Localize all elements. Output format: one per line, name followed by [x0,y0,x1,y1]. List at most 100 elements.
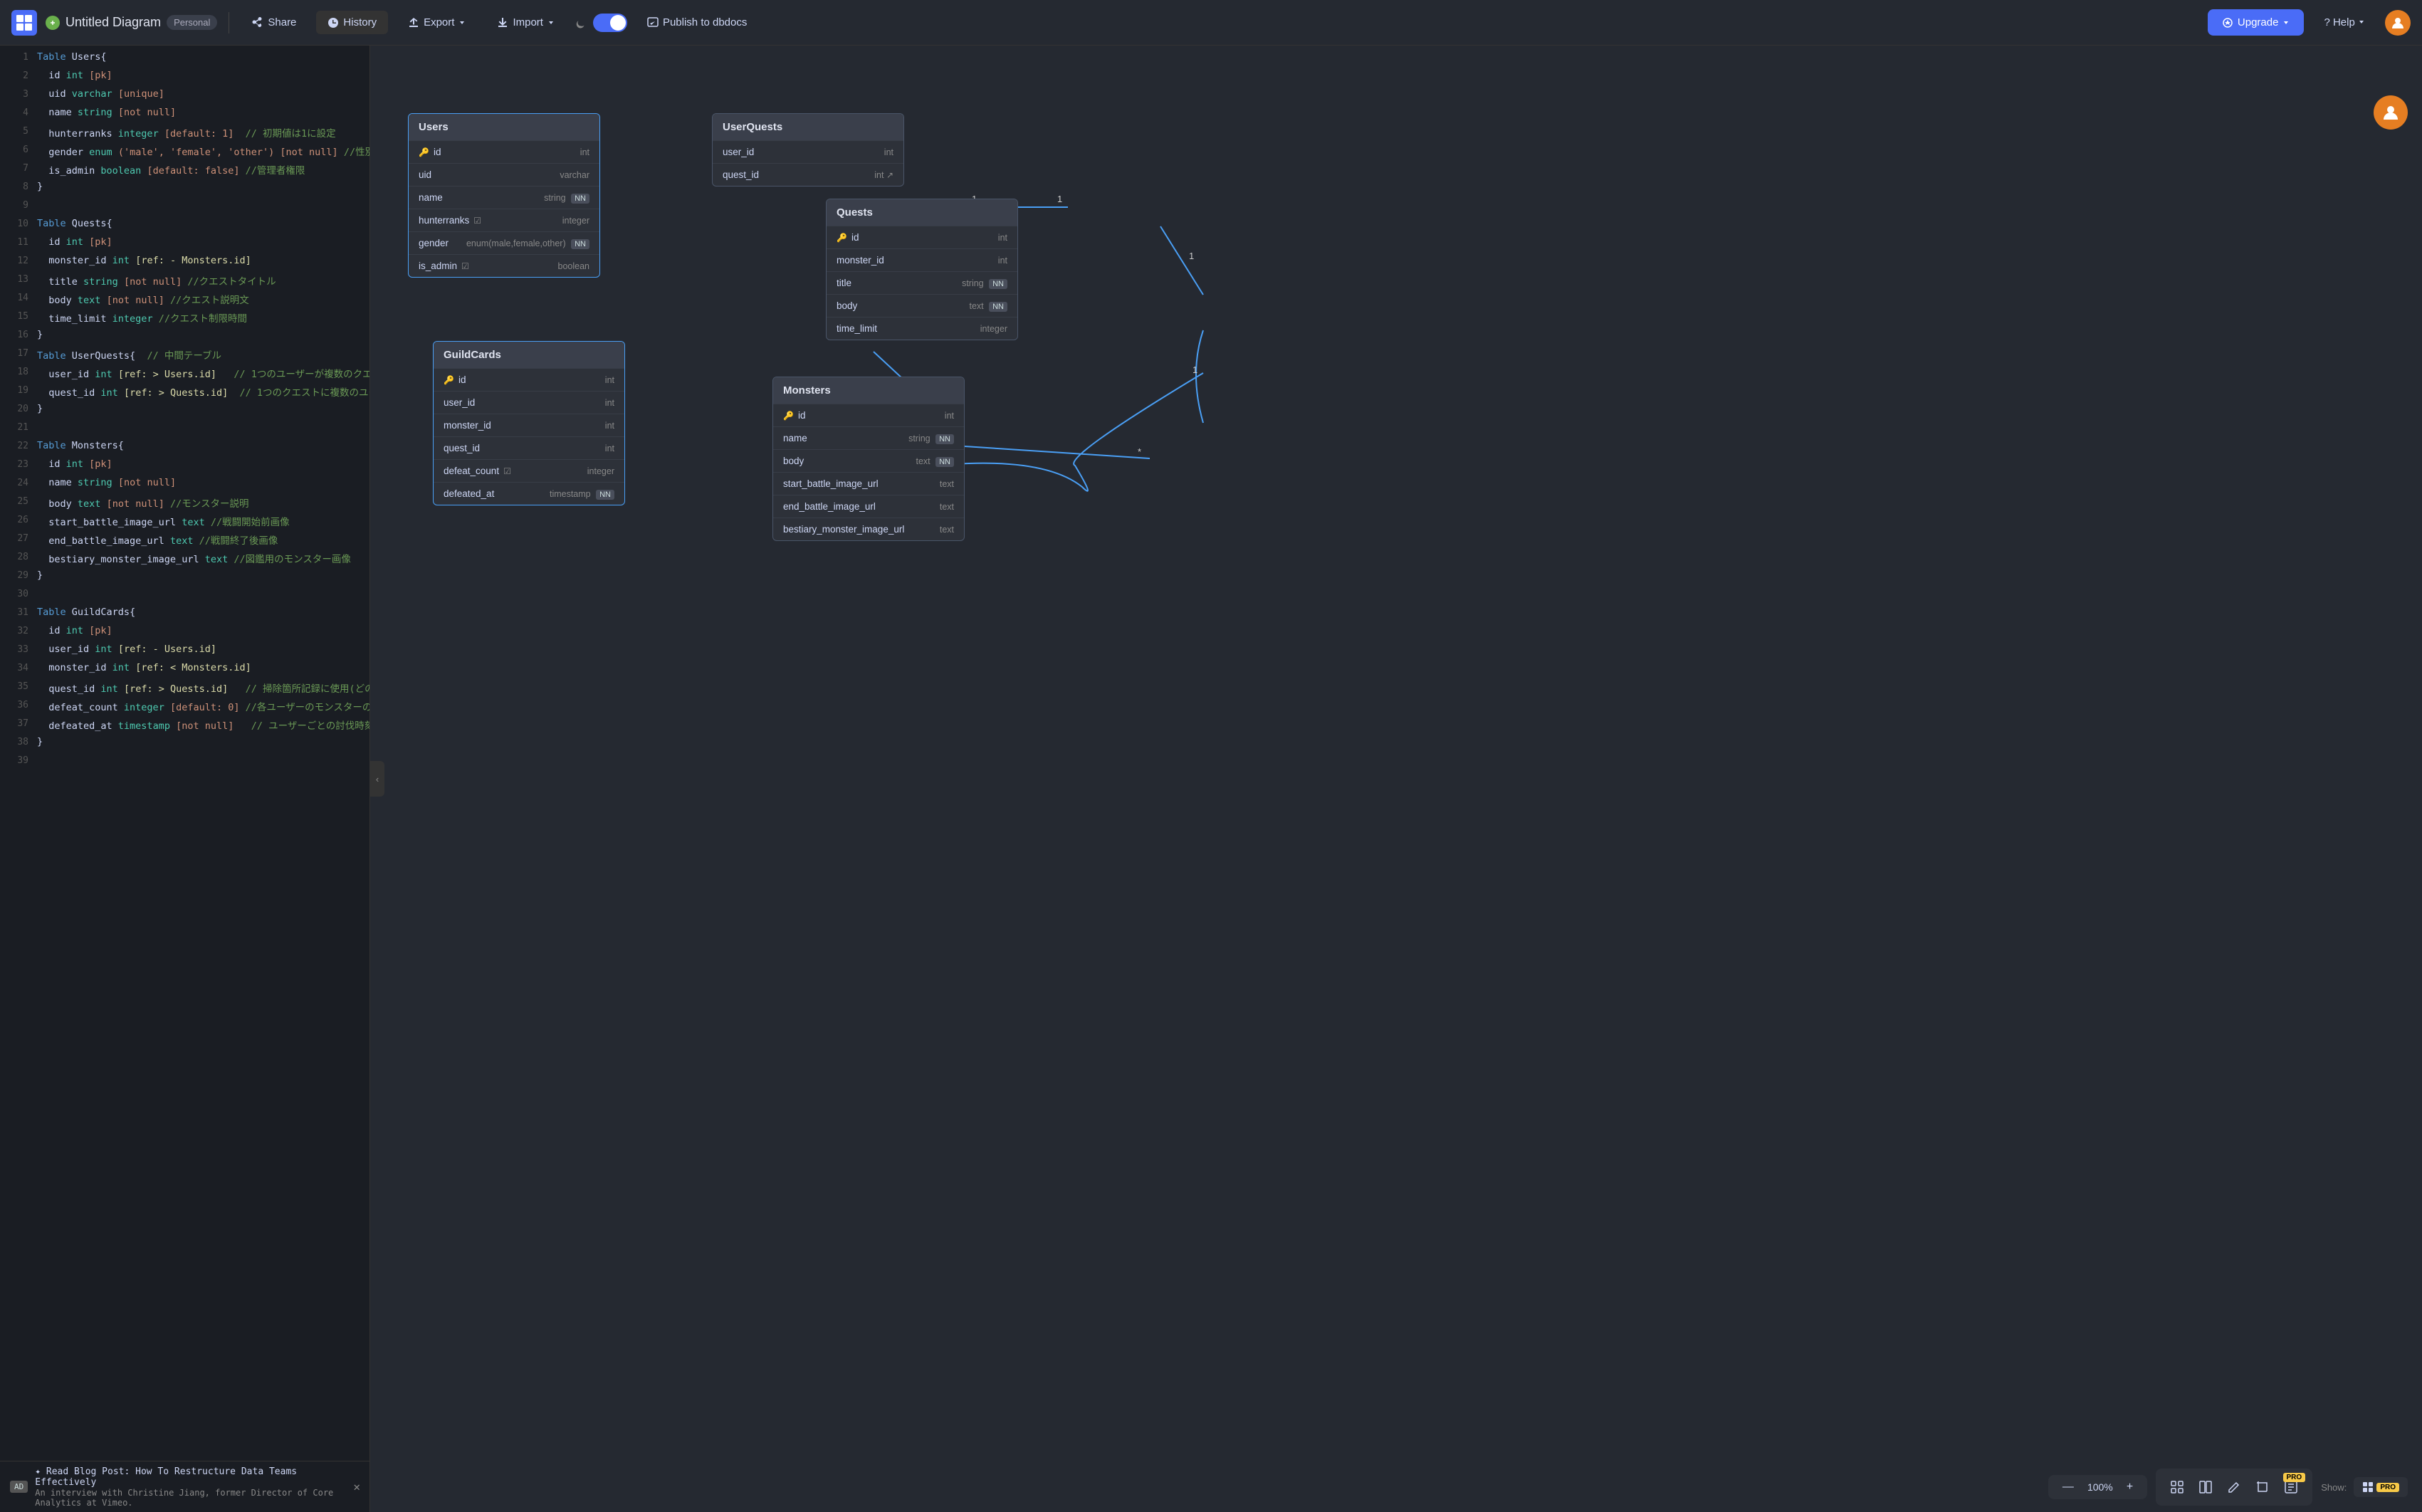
svg-text:1: 1 [1189,251,1194,261]
table-guildcards-row-defeatedat[interactable]: defeated_at timestamp NN [434,482,624,505]
dark-mode-toggle[interactable] [593,14,627,32]
ad-title[interactable]: ✦ Read Blog Post: How To Restructure Dat… [35,1466,346,1488]
code-line-20: 20} [0,403,369,421]
code-line-29: 29} [0,569,369,588]
zoom-level: 100% [2082,1481,2118,1493]
code-line-24: 24 name string [not null] [0,477,369,495]
table-userquests[interactable]: UserQuests user_id int quest_id int ↗ [712,113,904,187]
table-quests-row-timelimit[interactable]: time_limit integer [827,317,1017,340]
table-monsters-row-name[interactable]: name string NN [773,426,964,449]
code-line-4: 4 name string [not null] [0,107,369,125]
import-button[interactable]: Import [486,11,566,34]
table-monsters-row-id[interactable]: 🔑 id int [773,404,964,426]
pencil-tool-button[interactable] [2221,1474,2247,1500]
table-userquests-row-userid[interactable]: user_id int [713,140,903,163]
table-quests-row-body[interactable]: body text NN [827,294,1017,317]
show-label: Show: [2321,1482,2347,1493]
code-line-25: 25 body text [not null] //モンスター説明 [0,495,369,514]
table-quests-header: Quests [827,199,1017,226]
code-line-2: 2 id int [pk] [0,70,369,88]
crop-tool-button[interactable] [2250,1474,2275,1500]
table-users-row-name[interactable]: name string NN [409,186,599,209]
pk-icon: 🔑 [419,147,429,157]
zoom-controls: — 100% + [2048,1475,2147,1499]
table-users[interactable]: Users 🔑 id int uid varchar name string N… [408,113,600,278]
collapse-panel-button[interactable]: ‹ [370,761,384,797]
table-users-row-gender[interactable]: gender enum(male,female,other) NN [409,231,599,254]
table-guildcards[interactable]: GuildCards 🔑 id int user_id int monster_… [433,341,625,505]
code-line-1: 1Table Users{ [0,51,369,70]
table-guildcards-header: GuildCards [434,342,624,368]
table-users-row-hunterranks[interactable]: hunterranks ☑ integer [409,209,599,231]
code-line-7: 7 is_admin boolean [default: false] //管理… [0,162,369,181]
table-users-row-isadmin[interactable]: is_admin ☑ boolean [409,254,599,277]
diagram-name[interactable]: Untitled Diagram [65,15,161,30]
upgrade-button[interactable]: Upgrade [2208,9,2305,36]
publish-button[interactable]: Publish to dbdocs [636,11,758,34]
table-monsters-row-endbattle[interactable]: end_battle_image_url text [773,495,964,518]
code-line-36: 36 defeat_count integer [default: 0] //各… [0,699,369,718]
main-area: 1Table Users{ 2 id int [pk] 3 uid varcha… [0,46,2422,1512]
help-button[interactable]: ? Help [2312,9,2376,36]
diagram-icon [46,16,60,30]
code-line-10: 10Table Quests{ [0,218,369,236]
diagram-user-avatar[interactable] [2374,95,2408,130]
table-quests-row-id[interactable]: 🔑 id int [827,226,1017,248]
table-monsters-row-body[interactable]: body text NN [773,449,964,472]
table-guildcards-row-questid[interactable]: quest_id int [434,436,624,459]
code-line-22: 22Table Monsters{ [0,440,369,458]
user-avatar[interactable] [2385,10,2411,36]
table-monsters-row-bestiary[interactable]: bestiary_monster_image_url text [773,518,964,540]
app-logo[interactable] [11,10,37,36]
code-line-15: 15 time_limit integer //クエスト制限時間 [0,310,369,329]
table-guildcards-row-userid[interactable]: user_id int [434,391,624,414]
table-guildcards-row-defeatcount[interactable]: defeat_count ☑ integer [434,459,624,482]
split-view-button[interactable] [2193,1474,2218,1500]
table-guildcards-row-monsterid[interactable]: monster_id int [434,414,624,436]
share-button[interactable]: Share [241,11,308,34]
code-line-21: 21 [0,421,369,440]
svg-text:1: 1 [1192,364,1197,375]
table-quests[interactable]: Quests 🔑 id int monster_id int title str… [826,199,1018,340]
table-users-row-id[interactable]: 🔑 id int [409,140,599,163]
code-line-31: 31Table GuildCards{ [0,607,369,625]
ad-subtitle: An interview with Christine Jiang, forme… [35,1488,346,1508]
pro-tool-button[interactable]: PRO [2278,1474,2304,1500]
table-quests-row-title[interactable]: title string NN [827,271,1017,294]
code-line-12: 12 monster_id int [ref: - Monsters.id] [0,255,369,273]
view-tools: PRO [2156,1469,2312,1506]
code-line-28: 28 bestiary_monster_image_url text //図鑑用… [0,551,369,569]
table-monsters-row-startbattle[interactable]: start_battle_image_url text [773,472,964,495]
code-line-14: 14 body text [not null] //クエスト説明文 [0,292,369,310]
show-options-button[interactable]: PRO [2354,1477,2408,1497]
table-quests-row-monsterid[interactable]: monster_id int [827,248,1017,271]
table-monsters-header: Monsters [773,377,964,404]
export-button[interactable]: Export [397,11,477,34]
code-line-9: 9 [0,199,369,218]
svg-text:1: 1 [1057,194,1062,204]
ad-badge: AD [10,1481,28,1493]
table-userquests-row-questid[interactable]: quest_id int ↗ [713,163,903,186]
zoom-in-button[interactable]: + [2124,1481,2136,1493]
table-monsters[interactable]: Monsters 🔑 id int name string NN body te… [772,377,965,541]
code-line-8: 8} [0,181,369,199]
code-line-17: 17Table UserQuests{ // 中間テーブル [0,347,369,366]
code-line-32: 32 id int [pk] [0,625,369,644]
fit-screen-button[interactable] [2164,1474,2190,1500]
svg-text:*: * [1138,446,1141,457]
table-users-row-uid[interactable]: uid varchar [409,163,599,186]
ad-close-button[interactable]: ✕ [353,1480,360,1493]
history-button[interactable]: History [316,11,388,34]
diagram-canvas[interactable]: ‹ 1 1 1 1 1 1 * * [370,46,2422,1512]
code-line-13: 13 title string [not null] //クエストタイトル [0,273,369,292]
code-line-6: 6 gender enum ('male', 'female', 'other'… [0,144,369,162]
diagram-title-group: Untitled Diagram Personal [46,15,217,30]
code-editor[interactable]: 1Table Users{ 2 id int [pk] 3 uid varcha… [0,46,370,1512]
code-line-37: 37 defeated_at timestamp [not null] // ユ… [0,718,369,736]
ad-banner: AD ✦ Read Blog Post: How To Restructure … [0,1461,370,1512]
zoom-out-button[interactable]: — [2060,1481,2077,1493]
code-line-35: 35 quest_id int [ref: > Quests.id] // 掃除… [0,681,369,699]
dark-mode-toggle-wrap [575,14,627,32]
topbar: Untitled Diagram Personal Share History … [0,0,2422,46]
table-guildcards-row-id[interactable]: 🔑 id int [434,368,624,391]
